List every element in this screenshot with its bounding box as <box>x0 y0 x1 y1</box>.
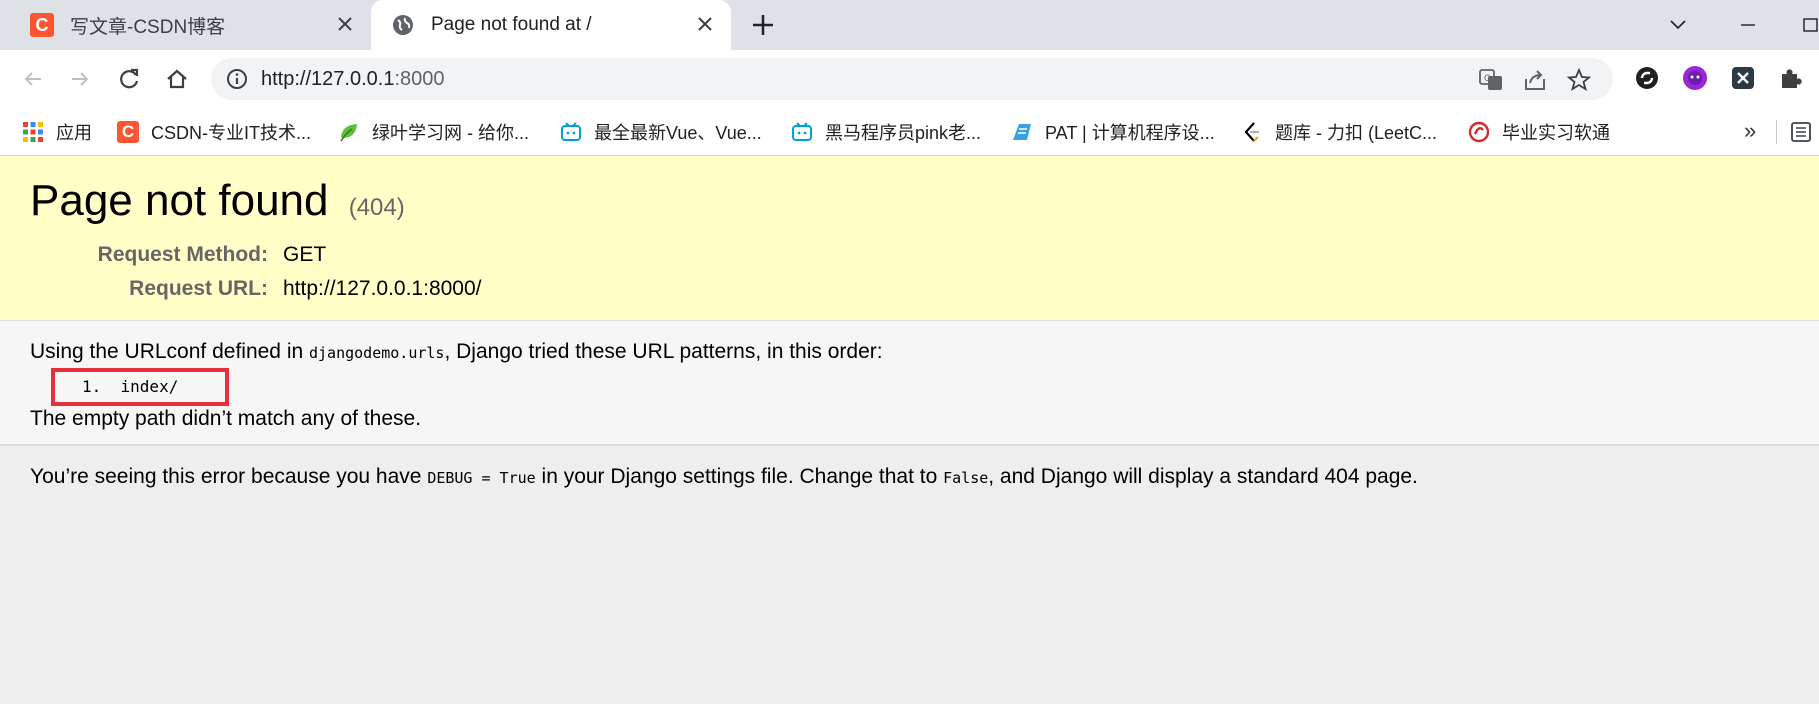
no-match-text: The empty path didn’t match any of these… <box>30 407 422 430</box>
bookmarks-overflow-button[interactable]: » <box>1744 118 1756 144</box>
csdn-icon: C <box>30 13 54 37</box>
back-arrow-icon[interactable] <box>18 64 48 94</box>
url-port: :8000 <box>394 68 445 90</box>
request-method-value: GET <box>283 243 327 266</box>
forward-arrow-icon[interactable] <box>65 64 95 94</box>
reload-icon[interactable] <box>114 64 144 94</box>
error-summary: Page not found (404) Request Method: GET… <box>0 156 1819 321</box>
share-icon[interactable] <box>1522 67 1548 93</box>
address-bar[interactable]: http://127.0.0.1:8000 G <box>211 58 1613 100</box>
bookmarks-divider <box>1776 120 1777 144</box>
bookmark-label: 毕业实习软通 <box>1502 123 1610 143</box>
page-title: Page not found (404) <box>30 176 405 233</box>
bilibili-icon <box>792 122 812 141</box>
tab-page-not-found[interactable]: Page not found at / <box>371 0 731 50</box>
status-code: (404) <box>348 194 405 221</box>
softcom-icon <box>1468 121 1490 143</box>
translate-icon[interactable]: G <box>1478 67 1504 93</box>
debug-setting: DEBUG = True <box>427 469 536 487</box>
explain-part-2: in your Django settings file. Change tha… <box>535 465 944 488</box>
bookmark-csdn[interactable]: C CSDN-专业IT技术... <box>117 118 311 146</box>
bookmark-softcom[interactable]: 毕业实习软通 <box>1468 118 1610 146</box>
bookmark-label: 绿叶学习网 - 给你... <box>372 123 529 143</box>
extension-avatar-icon[interactable] <box>1681 64 1709 92</box>
bookmark-label: 黑马程序员pink老... <box>825 123 982 143</box>
bilibili-icon <box>561 122 581 141</box>
pattern-value: index/ <box>120 377 179 396</box>
explanation-text: You’re seeing this error because you hav… <box>30 464 1418 491</box>
urlconf-text: Using the URLconf defined in djangodemo.… <box>30 339 883 366</box>
browser-toolbar: http://127.0.0.1:8000 G <box>0 50 1819 108</box>
apps-grid-icon <box>23 122 43 142</box>
tab-title: 写文章-CSDN博客 <box>70 16 226 38</box>
bookmark-label: 最全最新Vue、Vue... <box>594 123 762 143</box>
globe-icon <box>393 15 413 35</box>
restore-icon[interactable] <box>1796 10 1819 40</box>
bookmark-label: CSDN-专业IT技术... <box>151 123 311 143</box>
minimize-icon[interactable] <box>1733 10 1763 40</box>
bookmark-pink[interactable]: 黑马程序员pink老... <box>791 118 981 146</box>
csdn-icon: C <box>117 121 139 143</box>
request-url-value: http://127.0.0.1:8000/ <box>283 277 482 300</box>
pat-icon <box>1013 124 1031 140</box>
urlconf-prefix: Using the URLconf defined in <box>30 340 309 363</box>
new-tab-plus-icon[interactable] <box>749 11 777 39</box>
tab-csdn[interactable]: C 写文章-CSDN博客 <box>0 0 371 50</box>
extension-link-icon[interactable] <box>1633 64 1661 92</box>
tab-strip: C 写文章-CSDN博客 Page not found at / <box>0 0 1819 50</box>
bookmark-label: PAT | 计算机程序设... <box>1045 123 1215 143</box>
request-method-label: Request Method: <box>97 243 268 266</box>
false-value: False <box>943 469 989 487</box>
bookmark-vue[interactable]: 最全最新Vue、Vue... <box>560 118 762 146</box>
url-pattern-item: 1. index/ <box>82 376 178 398</box>
urlconf-module: djangodemo.urls <box>309 344 445 362</box>
page-content: Page not found (404) Request Method: GET… <box>0 156 1819 704</box>
url-host: http://127.0.0.1 <box>261 68 395 90</box>
explain-part-1: You’re seeing this error because you hav… <box>30 465 428 488</box>
bookmark-label: 题库 - 力扣 (LeetC... <box>1275 123 1438 143</box>
close-icon[interactable] <box>333 12 357 36</box>
tab-title: Page not found at / <box>431 14 592 35</box>
leaf-icon <box>340 124 357 142</box>
explain-part-3: , and Django will display a standard 404… <box>988 465 1418 488</box>
reading-list-icon[interactable] <box>1790 121 1812 143</box>
bookmark-lvye[interactable]: 绿叶学习网 - 给你... <box>338 118 529 146</box>
pattern-number: 1. <box>82 377 102 396</box>
bookmark-leetcode[interactable]: 题库 - 力扣 (LeetC... <box>1241 118 1437 146</box>
bookmark-star-icon[interactable] <box>1566 67 1592 93</box>
bookmark-apps[interactable]: 应用 <box>22 118 92 146</box>
tab-search-chevron-icon[interactable] <box>1663 10 1693 40</box>
extensions-puzzle-icon[interactable] <box>1777 64 1805 92</box>
bookmark-pat[interactable]: PAT | 计算机程序设... <box>1011 118 1215 146</box>
bookmark-label: 应用 <box>56 123 92 143</box>
svg-text:G: G <box>1484 73 1491 83</box>
leetcode-icon <box>1244 122 1259 142</box>
bookmarks-bar: 应用 C CSDN-专业IT技术... 绿叶学习网 - 给你... 最全最新Vu… <box>0 108 1819 156</box>
request-url-label: Request URL: <box>129 277 268 300</box>
page-heading: Page not found <box>30 176 329 225</box>
extension-x-icon[interactable] <box>1729 64 1757 92</box>
urlconf-suffix: , Django tried these URL patterns, in th… <box>444 340 883 363</box>
address-url[interactable]: http://127.0.0.1:8000 <box>261 67 445 91</box>
close-icon[interactable] <box>693 12 717 36</box>
home-icon[interactable] <box>162 64 192 94</box>
site-info-icon[interactable] <box>225 67 249 91</box>
